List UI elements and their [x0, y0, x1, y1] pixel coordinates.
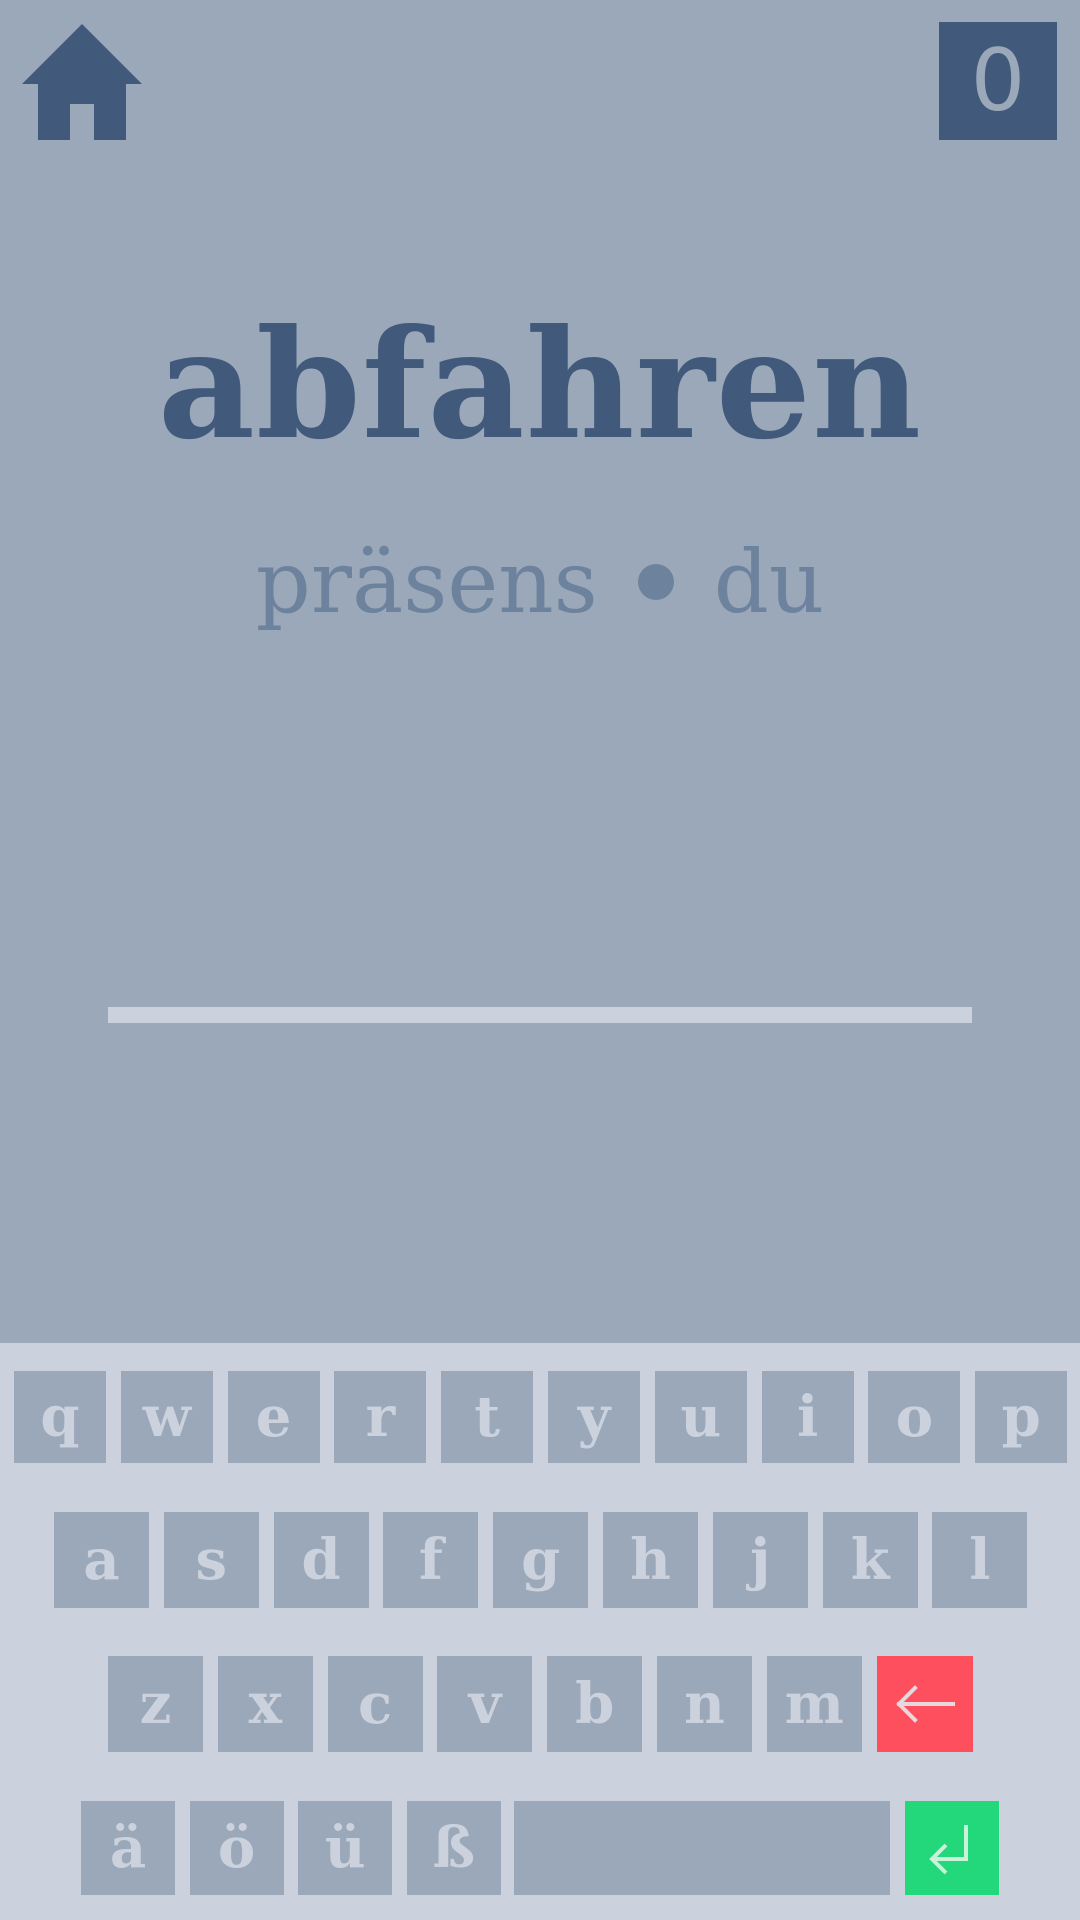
backspace-key[interactable]: [876, 1656, 973, 1752]
key-z[interactable]: z: [108, 1656, 203, 1752]
key-m[interactable]: m: [766, 1656, 862, 1752]
key-a[interactable]: a: [54, 1512, 149, 1608]
home-icon: [22, 24, 142, 140]
enter-key[interactable]: [905, 1801, 999, 1895]
key-e[interactable]: e: [227, 1371, 320, 1463]
key-ü[interactable]: ü: [298, 1801, 393, 1895]
answer-underline: [108, 1007, 972, 1023]
game-screen: 0 abfahren präsens du: [0, 0, 1080, 1343]
on-screen-keyboard: qwertyuiop asdfghjkl zxcvbnm äöüß: [0, 1343, 1080, 1920]
key-f[interactable]: f: [383, 1512, 479, 1608]
key-x[interactable]: x: [217, 1656, 313, 1752]
arrow-left-icon: [895, 1685, 955, 1723]
key-ß[interactable]: ß: [406, 1801, 501, 1895]
key-c[interactable]: c: [327, 1656, 423, 1752]
key-w[interactable]: w: [120, 1371, 213, 1463]
home-button[interactable]: [22, 24, 142, 140]
key-ä[interactable]: ä: [81, 1801, 175, 1895]
verb-title: abfahren: [157, 297, 923, 473]
key-l[interactable]: l: [932, 1512, 1028, 1608]
score-counter: 0: [939, 22, 1057, 140]
space-key[interactable]: [514, 1801, 890, 1895]
key-k[interactable]: k: [822, 1512, 918, 1608]
key-p[interactable]: p: [975, 1371, 1068, 1463]
key-v[interactable]: v: [437, 1656, 533, 1752]
key-y[interactable]: y: [548, 1371, 640, 1463]
person-label: du: [713, 533, 825, 633]
key-u[interactable]: u: [654, 1371, 747, 1463]
key-h[interactable]: h: [603, 1512, 698, 1608]
key-i[interactable]: i: [761, 1371, 854, 1463]
key-n[interactable]: n: [657, 1656, 752, 1752]
bullet-dot-icon: [637, 564, 674, 600]
key-ö[interactable]: ö: [189, 1801, 284, 1895]
enter-return-icon: [929, 1825, 968, 1875]
answer-input[interactable]: [108, 940, 976, 1017]
key-t[interactable]: t: [441, 1371, 534, 1463]
key-g[interactable]: g: [493, 1512, 589, 1608]
key-b[interactable]: b: [547, 1656, 643, 1752]
key-d[interactable]: d: [273, 1512, 369, 1608]
key-j[interactable]: j: [712, 1512, 808, 1608]
key-r[interactable]: r: [334, 1371, 427, 1463]
key-o[interactable]: o: [868, 1371, 961, 1463]
tense-label: präsens: [255, 533, 598, 633]
tense-person-label: präsens du: [0, 528, 1080, 638]
key-q[interactable]: q: [14, 1371, 106, 1463]
key-s[interactable]: s: [163, 1512, 259, 1608]
